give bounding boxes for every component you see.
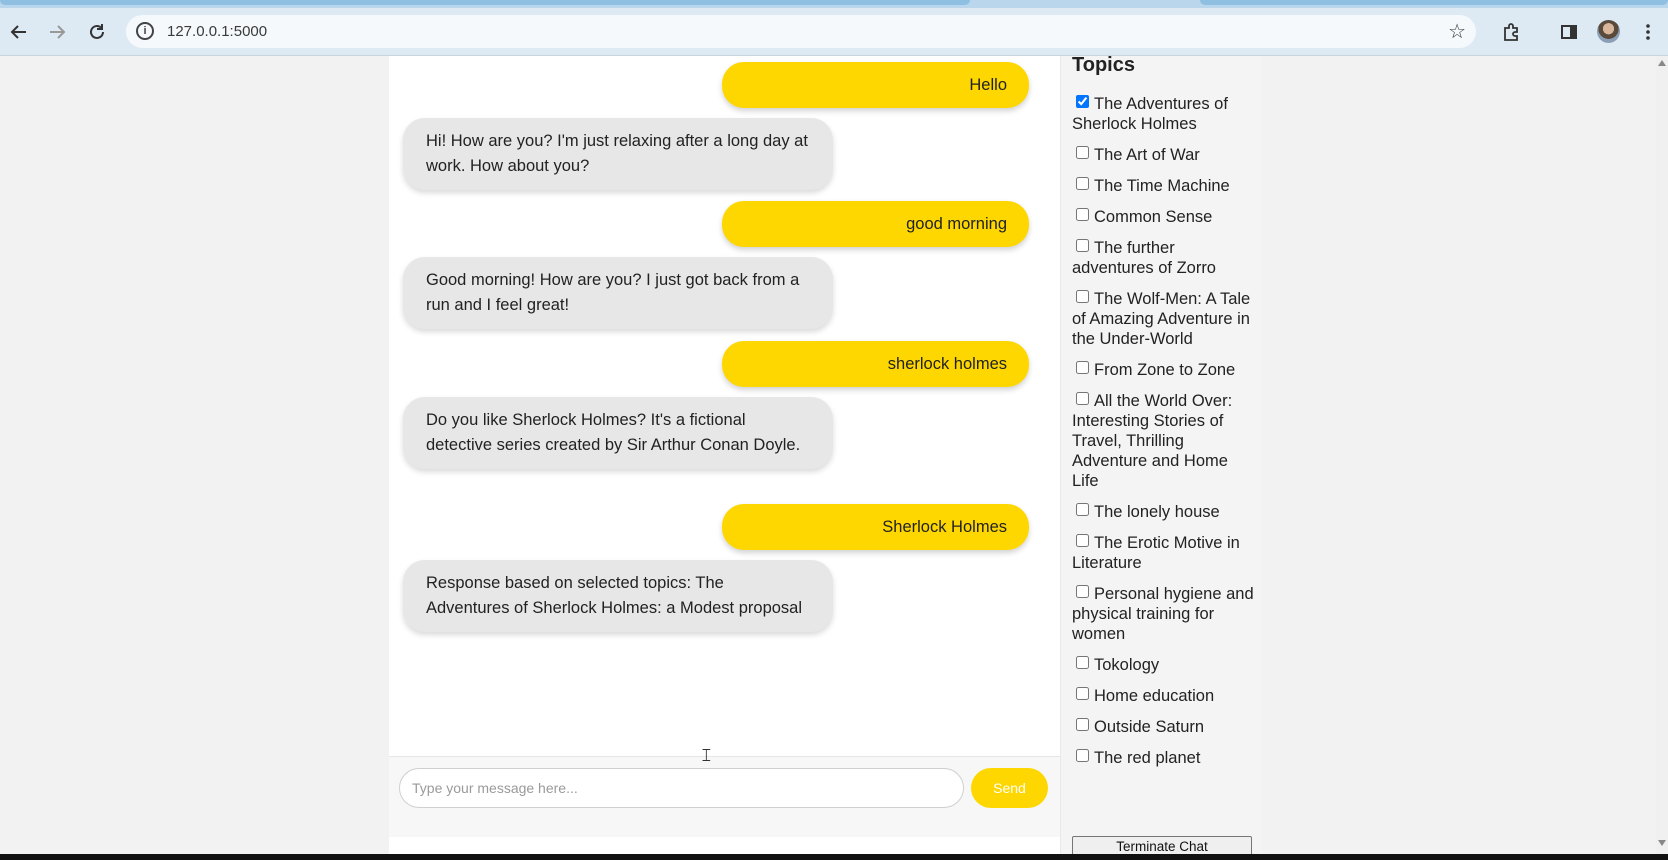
topic-label[interactable]: Personal hygiene and physical training f… [1072,585,1254,643]
topic-label[interactable]: All the World Over: Interesting Stories … [1072,392,1232,490]
user-message: Hello [722,62,1029,108]
topic-checkbox[interactable] [1076,585,1089,598]
user-message: sherlock holmes [722,341,1029,387]
extensions-icon[interactable] [1494,14,1528,48]
topic-label[interactable]: The Wolf-Men: A Tale of Amazing Adventur… [1072,290,1250,348]
more-menu-icon[interactable] [1631,14,1665,48]
message-list: Hello Hi! How are you? I'm just relaxing… [389,56,1060,756]
side-panel-icon[interactable] [1552,14,1586,48]
topic-item[interactable]: Outside Saturn [1072,717,1257,737]
topic-label[interactable]: Outside Saturn [1094,718,1204,736]
active-tab[interactable] [0,0,970,5]
topic-checkbox[interactable] [1076,290,1089,303]
topic-label[interactable]: Home education [1094,687,1214,705]
topic-item[interactable]: Home education [1072,686,1257,706]
topic-checkbox[interactable] [1076,177,1089,190]
browser-toolbar: i 127.0.0.1:5000 ☆ [0,8,1668,56]
bot-message: Good morning! How are you? I just got ba… [403,257,833,329]
send-button[interactable]: Send [971,768,1048,808]
chat-panel: Hello Hi! How are you? I'm just relaxing… [389,56,1060,856]
topic-label[interactable]: The lonely house [1094,503,1220,521]
topic-checkbox[interactable] [1076,208,1089,221]
topic-item[interactable]: Personal hygiene and physical training f… [1072,584,1257,644]
topic-label[interactable]: The Art of War [1094,146,1200,164]
topic-item[interactable]: The Art of War [1072,145,1257,165]
topic-label[interactable]: The red planet [1094,749,1200,767]
topic-item[interactable]: All the World Over: Interesting Stories … [1072,391,1257,491]
message-input[interactable] [399,768,964,808]
message-input-bar: Send [389,756,1060,837]
scroll-down-arrow-icon[interactable] [1658,840,1666,846]
topic-checkbox[interactable] [1076,687,1089,700]
topic-checkbox[interactable] [1076,718,1089,731]
topic-label[interactable]: The Time Machine [1094,177,1230,195]
topic-item[interactable]: The Adventures of Sherlock Holmes [1072,94,1257,134]
page-scrollbar[interactable] [1656,56,1668,856]
text-cursor-icon: 𝙸 [700,745,713,765]
topic-checkbox[interactable] [1076,534,1089,547]
topic-item[interactable]: The red planet [1072,748,1257,768]
profile-avatar[interactable] [1597,20,1620,43]
topic-checkbox[interactable] [1076,656,1089,669]
topic-label[interactable]: The Erotic Motive in Literature [1072,534,1240,572]
topics-sidebar: Topics The Adventures of Sherlock Holmes… [1060,54,1262,856]
tab-strip [0,0,1668,8]
topic-list: The Adventures of Sherlock Holmes The Art… [1072,94,1257,779]
topic-item[interactable]: The Erotic Motive in Literature [1072,533,1257,573]
topic-label[interactable]: The Adventures of Sherlock Holmes [1072,95,1228,133]
topic-checkbox[interactable] [1076,146,1089,159]
scroll-up-arrow-icon[interactable] [1658,60,1666,66]
topic-checkbox[interactable] [1076,361,1089,374]
bot-message: Do you like Sherlock Holmes? It's a fict… [403,397,833,469]
window-bottom-edge [0,854,1668,860]
user-message: good morning [722,201,1029,247]
topic-item[interactable]: The Time Machine [1072,176,1257,196]
topic-label[interactable]: Tokology [1094,656,1159,674]
topic-checkbox[interactable] [1076,239,1089,252]
topic-item[interactable]: The Wolf-Men: A Tale of Amazing Adventur… [1072,289,1257,349]
user-message: Sherlock Holmes [722,504,1029,550]
address-bar[interactable]: i 127.0.0.1:5000 ☆ [126,15,1476,48]
reload-icon[interactable] [80,14,114,48]
back-arrow-icon[interactable] [2,14,36,48]
topic-label[interactable]: The further adventures of Zorro [1072,239,1216,277]
topic-label[interactable]: Common Sense [1094,208,1212,226]
url-text[interactable]: 127.0.0.1:5000 [167,23,267,40]
topic-checkbox[interactable] [1076,392,1089,405]
topic-item[interactable]: From Zone to Zone [1072,360,1257,380]
topic-item[interactable]: Tokology [1072,655,1257,675]
topic-checkbox[interactable] [1076,95,1089,108]
bookmark-star-icon[interactable]: ☆ [1448,19,1466,44]
site-info-icon[interactable]: i [136,22,154,40]
page-body: Hello Hi! How are you? I'm just relaxing… [0,54,1656,856]
bot-message: Hi! How are you? I'm just relaxing after… [403,118,833,190]
topic-item[interactable]: Common Sense [1072,207,1257,227]
forward-arrow-icon[interactable] [40,14,74,48]
topic-label[interactable]: From Zone to Zone [1094,361,1235,379]
topic-item[interactable]: The further adventures of Zorro [1072,238,1257,278]
inactive-tab[interactable] [1200,0,1668,5]
terminate-chat-button[interactable]: Terminate Chat [1072,836,1252,856]
topic-checkbox[interactable] [1076,749,1089,762]
topic-checkbox[interactable] [1076,503,1089,516]
topics-title: Topics [1072,54,1135,76]
topic-item[interactable]: The lonely house [1072,502,1257,522]
bot-message: Response based on selected topics: The A… [403,560,833,632]
